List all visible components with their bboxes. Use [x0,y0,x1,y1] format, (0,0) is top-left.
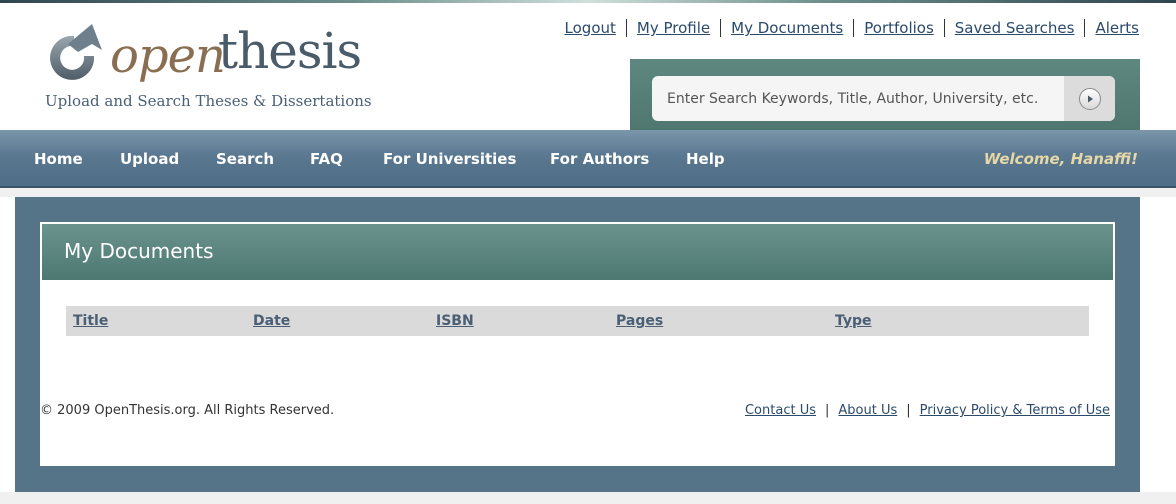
column-isbn[interactable]: ISBN [436,313,474,329]
column-title[interactable]: Title [73,313,108,329]
column-type[interactable]: Type [835,313,872,329]
play-arrow-icon [1078,87,1101,110]
search-box [652,76,1115,121]
nav-help[interactable]: Help [686,150,725,168]
my-documents-link[interactable]: My Documents [720,19,853,37]
logo-word-open: open [110,28,226,84]
documents-table-header: Title Date ISBN Pages Type [66,306,1089,336]
nav-spacer [0,188,1176,197]
nav-search[interactable]: Search [216,150,274,168]
search-input[interactable] [652,76,1064,121]
search-submit-button[interactable] [1064,76,1115,121]
page-bottom [0,492,1176,504]
about-us-link[interactable]: About Us [838,403,897,418]
site-logo[interactable]: open thesis Upload and Search Theses & D… [40,18,372,118]
column-pages[interactable]: Pages [616,313,663,329]
panel-header: My Documents [42,224,1113,280]
search-area [630,59,1140,130]
footer-separator: | [824,403,830,418]
welcome-message: Welcome, Hanaffi! [983,150,1138,168]
my-profile-link[interactable]: My Profile [625,19,720,37]
top-accent-strip [0,0,1176,3]
privacy-terms-link[interactable]: Privacy Policy & Terms of Use [920,403,1110,418]
column-date[interactable]: Date [253,313,290,329]
nav-for-universities[interactable]: For Universities [383,150,516,168]
main-nav: Home Upload Search FAQ For Universities … [0,130,1176,188]
alerts-link[interactable]: Alerts [1084,19,1139,37]
nav-faq[interactable]: FAQ [310,150,343,168]
nav-home[interactable]: Home [34,150,83,168]
circular-arrow-icon [50,24,102,80]
contact-us-link[interactable]: Contact Us [745,403,816,418]
logout-link[interactable]: Logout [555,19,626,37]
documents-panel: My Documents Title Date ISBN Pages Type … [40,222,1115,466]
footer-separator: | [906,403,911,418]
account-links: Logout My Profile My Documents Portfolio… [555,19,1139,37]
nav-for-authors[interactable]: For Authors [550,150,649,168]
copyright-text: © 2009 OpenThesis.org. All Rights Reserv… [40,403,335,418]
logo-word-thesis: thesis [218,22,362,80]
portfolios-link[interactable]: Portfolios [853,19,944,37]
logo-tagline: Upload and Search Theses & Dissertations [45,92,372,110]
footer-links: Contact Us | About Us | Privacy Policy &… [745,403,1110,418]
page-title: My Documents [64,239,214,263]
content-frame: My Documents Title Date ISBN Pages Type … [15,197,1140,492]
saved-searches-link[interactable]: Saved Searches [943,19,1085,37]
nav-upload[interactable]: Upload [120,150,179,168]
